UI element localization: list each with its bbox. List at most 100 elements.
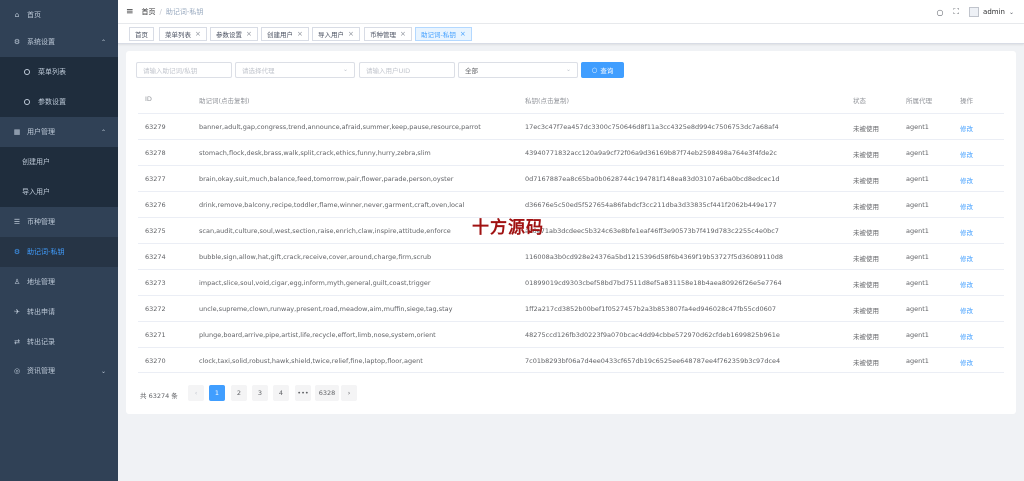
cell-private-key[interactable]: 48275ccd126fb3d0223f9a070bcac4dd94cbbe57…: [525, 331, 780, 339]
cell-private-key[interactable]: 43940771832acc120a9a9cf72f06a9d36169b87f…: [525, 149, 777, 157]
cell-private-key[interactable]: ac6e71ab3dcdeec5b324c63e8bfe1eaf46ff3e90…: [525, 227, 779, 235]
search-icon[interactable]: ○: [936, 8, 943, 17]
edit-link[interactable]: 修改: [960, 149, 973, 159]
page-button-3[interactable]: 3: [252, 385, 268, 401]
agent-select[interactable]: 请选择代理 ⌄: [235, 62, 355, 78]
agent-select-placeholder: 请选择代理: [242, 67, 275, 75]
cell-mnemonic[interactable]: clock,taxi,solid,robust,hawk,shield,twic…: [199, 357, 423, 365]
close-icon[interactable]: ×: [195, 30, 201, 38]
tab-menu-list[interactable]: 菜单列表 ×: [159, 27, 207, 41]
edit-link[interactable]: 修改: [960, 279, 973, 289]
user-dropdown[interactable]: admin ⌄: [969, 7, 1014, 17]
tags-view: 首页 菜单列表 × 参数设置 × 创建用户 × 导入用户 × 币种管理 × 助记词-私钥 ×: [118, 24, 1024, 44]
sidebar-item-withdraw-request[interactable]: ✈ 转出申请: [0, 297, 118, 327]
uid-input[interactable]: 请输入用户UID: [359, 62, 455, 78]
cell-private-key[interactable]: 0d7167887ea8c65ba0b0628744c194781f148ea8…: [525, 175, 780, 183]
edit-link[interactable]: 修改: [960, 331, 973, 341]
sidebar-item-user-management[interactable]: ▦ 用户管理 ⌃: [0, 117, 118, 147]
cell-private-key[interactable]: 01899019cd9303cbef58bd7bd7511d8ef5a83115…: [525, 279, 782, 287]
cell-mnemonic[interactable]: impact,slice,soul,void,cigar,egg,inform,…: [199, 279, 431, 287]
status-select[interactable]: 全部 ⌄: [458, 62, 578, 78]
sidebar-item-param-settings[interactable]: 参数设置: [0, 87, 118, 117]
tab-create-user[interactable]: 创建用户 ×: [261, 27, 309, 41]
grid-icon: ▦: [13, 128, 21, 136]
tab-param-settings[interactable]: 参数设置 ×: [210, 27, 258, 41]
tab-home[interactable]: 首页: [129, 27, 154, 41]
edit-link[interactable]: 修改: [960, 175, 973, 185]
sidebar-item-news[interactable]: ◎ 资讯管理 ⌄: [0, 356, 118, 386]
close-icon[interactable]: ×: [246, 30, 252, 38]
table-row: 63274 bubble,sign,allow,hat,gift,crack,r…: [138, 243, 1004, 269]
breadcrumb-home[interactable]: 首页: [142, 8, 156, 16]
sidebar-item-home[interactable]: ⌂ 首页: [0, 0, 118, 30]
cell-id: 63272: [145, 305, 166, 313]
mnemonic-input[interactable]: 请输入助记词/私钥: [136, 62, 232, 78]
sliders-icon: ☰: [13, 218, 21, 226]
cell-private-key[interactable]: 17ec3c47f7ea457dc3300c750646d8f11a3cc432…: [525, 123, 779, 131]
cell-mnemonic[interactable]: plunge,board,arrive,pipe,artist,life,rec…: [199, 331, 436, 339]
edit-link[interactable]: 修改: [960, 227, 973, 237]
column-header-status: 状态: [853, 97, 866, 105]
edit-link[interactable]: 修改: [960, 123, 973, 133]
sidebar-item-label: 币种管理: [27, 218, 55, 226]
sidebar-item-import-user[interactable]: 导入用户: [0, 177, 118, 207]
breadcrumb-separator: /: [159, 7, 162, 16]
close-icon[interactable]: ×: [400, 30, 406, 38]
chevron-down-icon: ⌄: [342, 66, 348, 73]
close-icon[interactable]: ×: [348, 30, 354, 38]
tab-label: 导入用户: [318, 31, 344, 39]
table-row: 63278 stomach,flock,desk,brass,walk,spli…: [138, 139, 1004, 165]
sidebar-item-withdraw-records[interactable]: ⇄ 转出记录: [0, 327, 118, 357]
column-header-action: 操作: [960, 97, 973, 105]
hamburger-icon[interactable]: ≡: [126, 7, 134, 17]
tab-import-user[interactable]: 导入用户 ×: [312, 27, 360, 41]
cell-status: 未被使用: [853, 281, 879, 289]
sidebar-item-label: 创建用户: [22, 158, 50, 166]
prev-page-button[interactable]: ‹: [188, 385, 204, 401]
edit-link[interactable]: 修改: [960, 305, 973, 315]
sidebar-item-mnemonic[interactable]: ⚙ 助记词-私钥: [0, 237, 118, 267]
user-icon: ♙: [13, 278, 21, 286]
cell-agent: agent1: [906, 201, 929, 209]
cell-mnemonic[interactable]: uncle,supreme,clown,runway,present,road,…: [199, 305, 452, 313]
tab-mnemonic[interactable]: 助记词-私钥 ×: [415, 27, 472, 41]
sidebar-item-system-settings[interactable]: ⚙ 系统设置 ⌃: [0, 27, 118, 57]
page-button-2[interactable]: 2: [231, 385, 247, 401]
user-name: admin: [983, 8, 1005, 16]
cell-status: 未被使用: [853, 359, 879, 367]
cell-private-key[interactable]: d36676e5c50ed5f527654a86fabdcf3cc211dba3…: [525, 201, 777, 209]
page-button-4[interactable]: 4: [273, 385, 289, 401]
cell-agent: agent1: [906, 279, 929, 287]
cell-mnemonic[interactable]: stomach,flock,desk,brass,walk,split,crac…: [199, 149, 431, 157]
cell-private-key[interactable]: 116008a3b0cd928e24376a5bd1215396d58f6b43…: [525, 253, 783, 261]
search-icon: ○: [591, 66, 598, 74]
sidebar-item-address[interactable]: ♙ 地址管理: [0, 267, 118, 297]
tab-label: 币种管理: [370, 31, 396, 39]
sidebar-item-currency[interactable]: ☰ 币种管理: [0, 207, 118, 237]
cell-mnemonic[interactable]: bubble,sign,allow,hat,gift,crack,receive…: [199, 253, 431, 261]
sidebar-item-label: 转出记录: [27, 338, 55, 346]
edit-link[interactable]: 修改: [960, 253, 973, 263]
cell-private-key[interactable]: 7c01b8293bf06a7d4ee0433cf657db19c6525ee6…: [525, 357, 780, 365]
cell-mnemonic[interactable]: drink,remove,balcony,recipe,toddler,flam…: [199, 201, 464, 209]
cell-mnemonic[interactable]: banner,adult,gap,congress,trend,announce…: [199, 123, 481, 131]
status-select-value: 全部: [465, 67, 478, 75]
page-ellipsis[interactable]: •••: [295, 385, 311, 401]
tab-currency[interactable]: 币种管理 ×: [364, 27, 412, 41]
page-button-1[interactable]: 1: [209, 385, 225, 401]
chevron-down-icon: ⌄: [565, 66, 571, 73]
close-icon[interactable]: ×: [297, 30, 303, 38]
close-icon[interactable]: ×: [460, 30, 466, 38]
fullscreen-icon[interactable]: ⛶: [953, 7, 959, 17]
cell-mnemonic[interactable]: brain,okay,suit,much,balance,feed,tomorr…: [199, 175, 453, 183]
next-page-button[interactable]: ›: [341, 385, 357, 401]
edit-link[interactable]: 修改: [960, 357, 973, 367]
edit-link[interactable]: 修改: [960, 201, 973, 211]
page-button-last[interactable]: 6328: [315, 385, 339, 401]
sidebar-item-menu-list[interactable]: 菜单列表: [0, 57, 118, 87]
sidebar-item-create-user[interactable]: 创建用户: [0, 147, 118, 177]
cell-private-key[interactable]: 1ff2a217cd3852b00bef1f0527457b2a3b853807…: [525, 305, 776, 313]
table-row: 63277 brain,okay,suit,much,balance,feed,…: [138, 165, 1004, 191]
cell-mnemonic[interactable]: scan,audit,culture,soul,west,section,rai…: [199, 227, 451, 235]
search-button[interactable]: ○ 查询: [581, 62, 624, 78]
